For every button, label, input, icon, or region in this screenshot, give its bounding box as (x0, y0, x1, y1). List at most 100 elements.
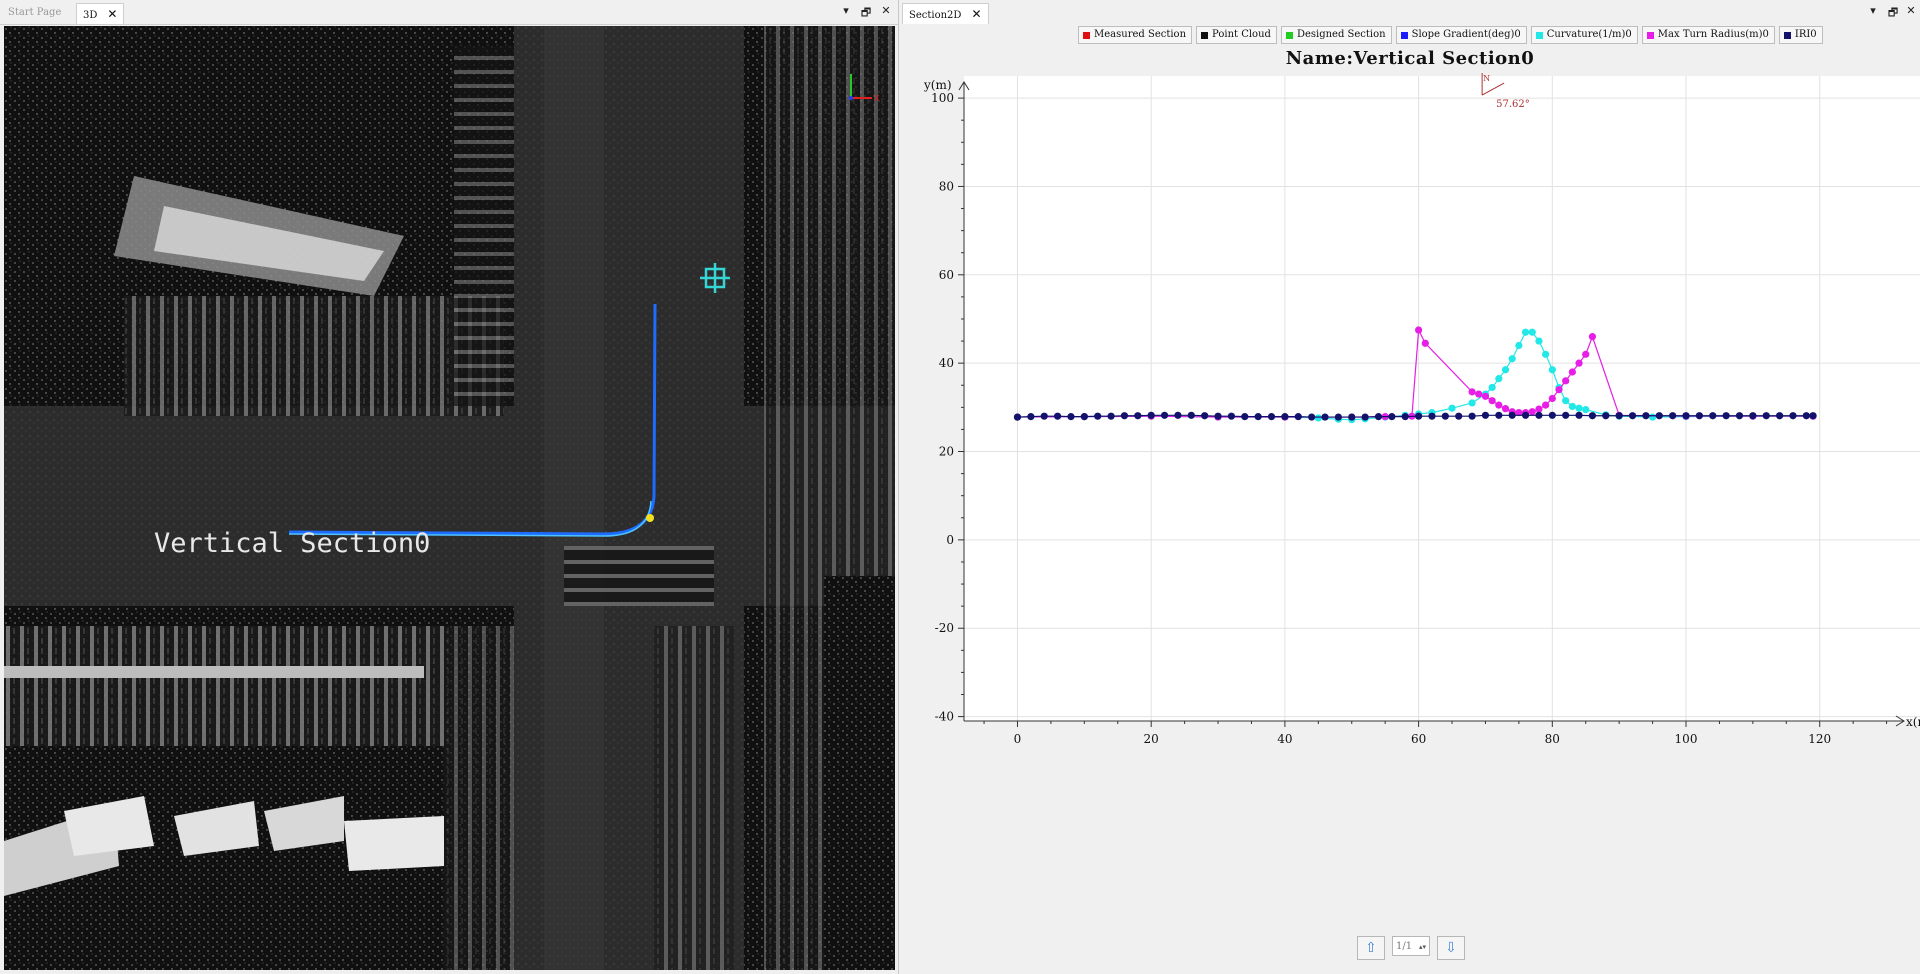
left-tab-bar: Start Page 3D ✕ ▾ 🗗 ✕ (0, 0, 898, 25)
y-tick-label: -40 (935, 710, 954, 724)
y-tick-label: 60 (939, 268, 954, 282)
restore-window-icon[interactable]: 🗗 (1885, 4, 1901, 23)
data-point (1588, 333, 1597, 341)
data-point (1562, 397, 1570, 405)
data-point (1501, 366, 1510, 374)
data-point (1321, 413, 1329, 421)
data-point (1187, 411, 1195, 419)
data-point (1575, 404, 1583, 412)
x-tick-label: 100 (1675, 732, 1698, 746)
x-tick-label: 80 (1545, 732, 1560, 746)
section-plot[interactable]: 0 20 40 60 80 100 120 -40 -20 0 20 40 60 80 100 x(m) y(m… (900, 24, 1920, 924)
data-point (1776, 412, 1784, 420)
data-point (1575, 359, 1583, 367)
data-point (1107, 412, 1115, 420)
data-point (1508, 355, 1516, 363)
tab-start-page[interactable]: Start Page (2, 3, 67, 23)
data-point (1120, 412, 1129, 420)
x-axis-label: x(m) (1906, 715, 1920, 729)
data-point (1488, 383, 1496, 392)
tab-section2d[interactable]: Section2D ✕ (902, 3, 989, 24)
point-cloud-viewport[interactable]: X Vertical Section0 (4, 26, 895, 970)
data-point (1147, 411, 1155, 419)
data-point (1495, 401, 1503, 409)
x-tick-label: 120 (1808, 732, 1831, 746)
tab-start-page-label: Start Page (8, 7, 62, 18)
x-tick-label: 20 (1144, 732, 1159, 746)
point-cloud-render: X (4, 26, 895, 970)
data-point (1475, 390, 1483, 398)
down-arrow-icon[interactable]: ⇩ (1437, 936, 1465, 960)
data-point (1501, 405, 1510, 413)
data-point (1160, 411, 1169, 419)
data-point (1227, 412, 1236, 420)
data-point (1374, 413, 1383, 421)
data-point (1067, 413, 1075, 421)
close-window-icon[interactable]: ✕ (1903, 4, 1919, 17)
data-point (1448, 404, 1456, 412)
data-point (1542, 350, 1550, 358)
data-point (1308, 413, 1316, 421)
close-window-icon[interactable]: ✕ (878, 4, 894, 17)
data-point (1241, 413, 1249, 421)
data-point (1521, 328, 1530, 336)
data-point (1334, 413, 1342, 421)
data-point (1415, 412, 1423, 420)
pin-dropdown-icon[interactable]: ▾ (838, 4, 854, 17)
data-point (1548, 394, 1556, 403)
section2d-pane: Section2D ✕ ▾ 🗗 ✕ Measured Section Point C… (900, 0, 1920, 974)
data-point (1134, 412, 1142, 420)
x-tick-label: 40 (1277, 732, 1292, 746)
data-point (1401, 413, 1409, 421)
close-tab-icon[interactable]: ✕ (107, 7, 117, 21)
data-point (1695, 412, 1703, 420)
data-point (1214, 412, 1222, 420)
data-point (1535, 411, 1543, 419)
tab-3d-label: 3D (83, 10, 98, 21)
data-point (1582, 350, 1590, 358)
data-point (1421, 339, 1429, 347)
data-point (1568, 368, 1576, 376)
data-point (1642, 412, 1650, 420)
section-name-label: Vertical Section0 (154, 528, 431, 559)
data-point (1521, 411, 1530, 419)
page-spinner[interactable]: 1/1 ▴▾ (1392, 936, 1430, 956)
data-point (1201, 412, 1209, 420)
up-arrow-icon[interactable]: ⇧ (1357, 936, 1385, 960)
data-point (1582, 405, 1590, 414)
y-tick-label: 80 (939, 179, 954, 193)
data-point (1722, 412, 1730, 420)
data-point (1267, 413, 1276, 421)
data-point (1348, 413, 1356, 421)
data-point (1254, 413, 1262, 421)
data-point (1468, 399, 1476, 407)
restore-window-icon[interactable]: 🗗 (858, 4, 874, 23)
x-tick-label: 0 (1014, 732, 1022, 746)
data-point (1468, 388, 1476, 396)
data-point (1174, 411, 1182, 419)
x-tick-label: 60 (1411, 732, 1426, 746)
data-point (1575, 411, 1583, 419)
data-point (1080, 413, 1088, 421)
data-point (1415, 326, 1423, 334)
data-point (1455, 412, 1463, 420)
data-point (1495, 411, 1503, 419)
data-point (1013, 413, 1022, 421)
right-tab-bar: Section2D ✕ ▾ 🗗 ✕ (900, 0, 1920, 25)
data-point (1441, 412, 1449, 420)
data-point (1562, 377, 1570, 385)
data-point (1053, 412, 1062, 420)
data-point (1027, 413, 1035, 421)
pin-dropdown-icon[interactable]: ▾ (1865, 4, 1881, 17)
data-point (1548, 411, 1556, 419)
y-tick-label: 100 (931, 91, 954, 105)
tab-3d[interactable]: 3D ✕ (76, 3, 125, 24)
data-point (1789, 412, 1797, 420)
data-point (1428, 412, 1436, 420)
3d-view-pane: Start Page 3D ✕ ▾ 🗗 ✕ X Vertical Section… (0, 0, 899, 974)
data-point (1562, 411, 1570, 419)
close-tab-icon[interactable]: ✕ (971, 7, 981, 21)
data-point (1040, 412, 1048, 420)
data-point (1588, 412, 1597, 420)
data-point (1615, 412, 1623, 420)
